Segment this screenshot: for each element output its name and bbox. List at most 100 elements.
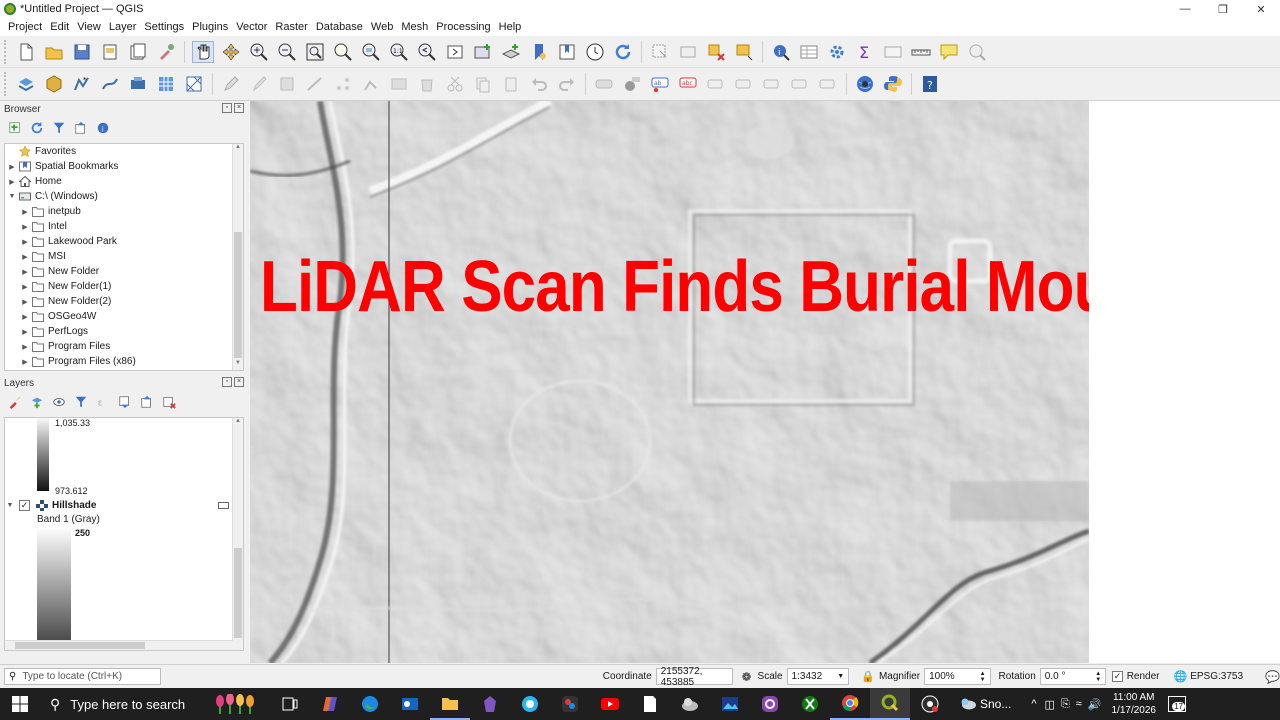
browser-item[interactable]: ▶ Spatial Bookmarks (5, 159, 243, 174)
browser-tree[interactable]: Favorites ▶ Spatial Bookmarks ▶ Home ▼ C:\ (Wi… (4, 143, 244, 371)
minimize-button[interactable]: — (1166, 0, 1204, 18)
menu-web[interactable]: Web (367, 21, 397, 33)
rotation-spinbox[interactable]: 0.0 ° ▲ ▼ (1039, 668, 1107, 685)
deselect-icon[interactable] (705, 41, 727, 63)
browser-item[interactable]: ▶ New Folder(2) (5, 294, 243, 309)
menu-plugins[interactable]: Plugins (188, 21, 232, 33)
move-label-icon[interactable] (761, 73, 783, 95)
locator-box[interactable]: ⚲ Type to locate (Ctrl+K) (4, 668, 161, 685)
youtube-icon[interactable] (590, 688, 630, 720)
scrollbar-thumb[interactable] (234, 232, 242, 358)
zoom-to-selection-icon[interactable] (332, 41, 354, 63)
crs-globe-icon[interactable]: 🌐 (1174, 670, 1188, 683)
add-selected-layers-icon[interactable] (7, 120, 23, 136)
new-virtual-layer-icon[interactable] (127, 73, 149, 95)
copy-features-icon[interactable] (472, 73, 494, 95)
windows-start-icon[interactable] (0, 688, 40, 720)
label-toolbar-icon[interactable] (593, 73, 615, 95)
scale-combobox[interactable]: 1:3432 ▼ (786, 668, 850, 685)
undo-icon[interactable] (528, 73, 550, 95)
scrollbar-thumb[interactable] (234, 548, 242, 638)
temporal-controller-icon[interactable] (584, 41, 606, 63)
menu-raster[interactable]: Raster (271, 21, 311, 33)
taskbar-search[interactable]: ⚲ Type here to search (40, 688, 210, 720)
maximize-button[interactable]: ❐ (1204, 0, 1242, 18)
expand-arrow-icon[interactable]: ▶ (20, 358, 30, 366)
expand-arrow-icon[interactable]: ▶ (20, 208, 30, 216)
toggle-extents-icon[interactable]: ❁ (741, 670, 751, 684)
render-checkbox[interactable]: ✓ (1112, 671, 1123, 682)
weather-icon[interactable] (956, 688, 980, 720)
zoom-last-icon[interactable] (416, 41, 438, 63)
notepad-icon[interactable] (630, 688, 670, 720)
collapse-all-layers-icon[interactable] (139, 394, 155, 410)
manage-map-themes-icon[interactable] (51, 394, 67, 410)
browser-item[interactable]: ▶ OSGeo4W (5, 309, 243, 324)
lock-scale-icon[interactable]: 🔒 (861, 670, 875, 683)
toolbar-grip[interactable] (4, 39, 10, 64)
xbox-icon[interactable] (790, 688, 830, 720)
layout-manager-icon[interactable] (127, 41, 149, 63)
pan-map-icon[interactable] (192, 40, 214, 63)
taskbar-clock[interactable]: 11:00 AM 1/17/2026 (1112, 691, 1157, 717)
expand-arrow-icon[interactable]: ▶ (20, 328, 30, 336)
coordinate-field[interactable]: 2155372, 453885 (655, 666, 734, 688)
select-features-icon[interactable] (649, 41, 671, 63)
layer-diagram-icon[interactable]: ab (649, 73, 671, 95)
save-project-icon[interactable] (71, 41, 93, 63)
processing-toolbox-icon[interactable] (826, 41, 848, 63)
zoom-next-icon[interactable] (444, 41, 466, 63)
refresh-browser-icon[interactable] (29, 120, 45, 136)
menu-help[interactable]: Help (495, 21, 526, 33)
zoom-to-layer-icon[interactable] (360, 41, 382, 63)
identify-features-icon[interactable]: i (770, 41, 792, 63)
filter-by-expression-icon[interactable]: ε (95, 394, 111, 410)
tulips-search-highlight-icon[interactable] (210, 688, 270, 720)
select-by-location-icon[interactable] (733, 41, 755, 63)
layers-tree[interactable]: 1,035.33 973.612 ▼ ✓ Hillshade Band 1 (G… (4, 417, 244, 651)
browser-item[interactable]: ▶ New Folder (5, 264, 243, 279)
toolbar-grip[interactable] (4, 72, 10, 96)
chrome-icon[interactable] (830, 688, 870, 720)
style-manager-icon[interactable] (155, 41, 177, 63)
browser-item[interactable]: ▶ PerfLogs (5, 324, 243, 339)
filter-browser-icon[interactable] (51, 120, 67, 136)
expand-arrow-icon[interactable]: ▼ (5, 502, 15, 509)
new-bookmark-icon[interactable] (528, 41, 550, 63)
copilot-icon[interactable] (310, 688, 350, 720)
edge-browser-icon[interactable] (350, 688, 390, 720)
browser-item[interactable]: ▶ Program Files (x86) (5, 354, 243, 369)
layer-visibility-checkbox[interactable]: ✓ (19, 500, 30, 511)
layers-scrollbar[interactable]: ▲ (232, 418, 243, 650)
weather-text[interactable]: Sno... (980, 697, 1011, 711)
remove-layer-icon[interactable] (161, 394, 177, 410)
save-edits-icon[interactable] (276, 73, 298, 95)
new-print-layout-icon[interactable] (99, 41, 121, 63)
zoom-out-icon[interactable] (276, 41, 298, 63)
modify-attributes-icon[interactable] (388, 73, 410, 95)
browser-item[interactable]: ▶ Lakewood Park (5, 234, 243, 249)
expand-arrow-icon[interactable]: ▶ (20, 298, 30, 306)
edit-pencil-icon[interactable] (220, 73, 242, 95)
expand-arrow-icon[interactable]: ▶ (20, 283, 30, 291)
notification-center-icon[interactable]: 17 (1168, 696, 1186, 712)
close-panel-icon[interactable]: × (234, 377, 244, 387)
file-explorer-icon[interactable] (430, 688, 470, 720)
menu-mesh[interactable]: Mesh (397, 21, 432, 33)
field-calculator-icon[interactable] (882, 41, 904, 63)
zoom-full-icon[interactable] (304, 41, 326, 63)
chevron-up-icon[interactable]: ^ (1031, 698, 1036, 710)
add-group-icon[interactable] (29, 394, 45, 410)
pin-labels-icon[interactable] (705, 73, 727, 95)
undock-icon[interactable]: ▫ (222, 103, 232, 113)
delete-selected-icon[interactable] (416, 73, 438, 95)
select-by-value-icon[interactable] (677, 41, 699, 63)
add-raster-layer-icon[interactable] (155, 73, 177, 95)
expand-arrow-icon[interactable]: ▶ (20, 223, 30, 231)
menu-vector[interactable]: Vector (232, 21, 271, 33)
vertex-tool-icon[interactable] (360, 73, 382, 95)
collapse-all-icon[interactable] (73, 120, 89, 136)
task-view-icon[interactable] (270, 688, 310, 720)
zoom-in-icon[interactable] (248, 41, 270, 63)
menu-database[interactable]: Database (312, 21, 367, 33)
